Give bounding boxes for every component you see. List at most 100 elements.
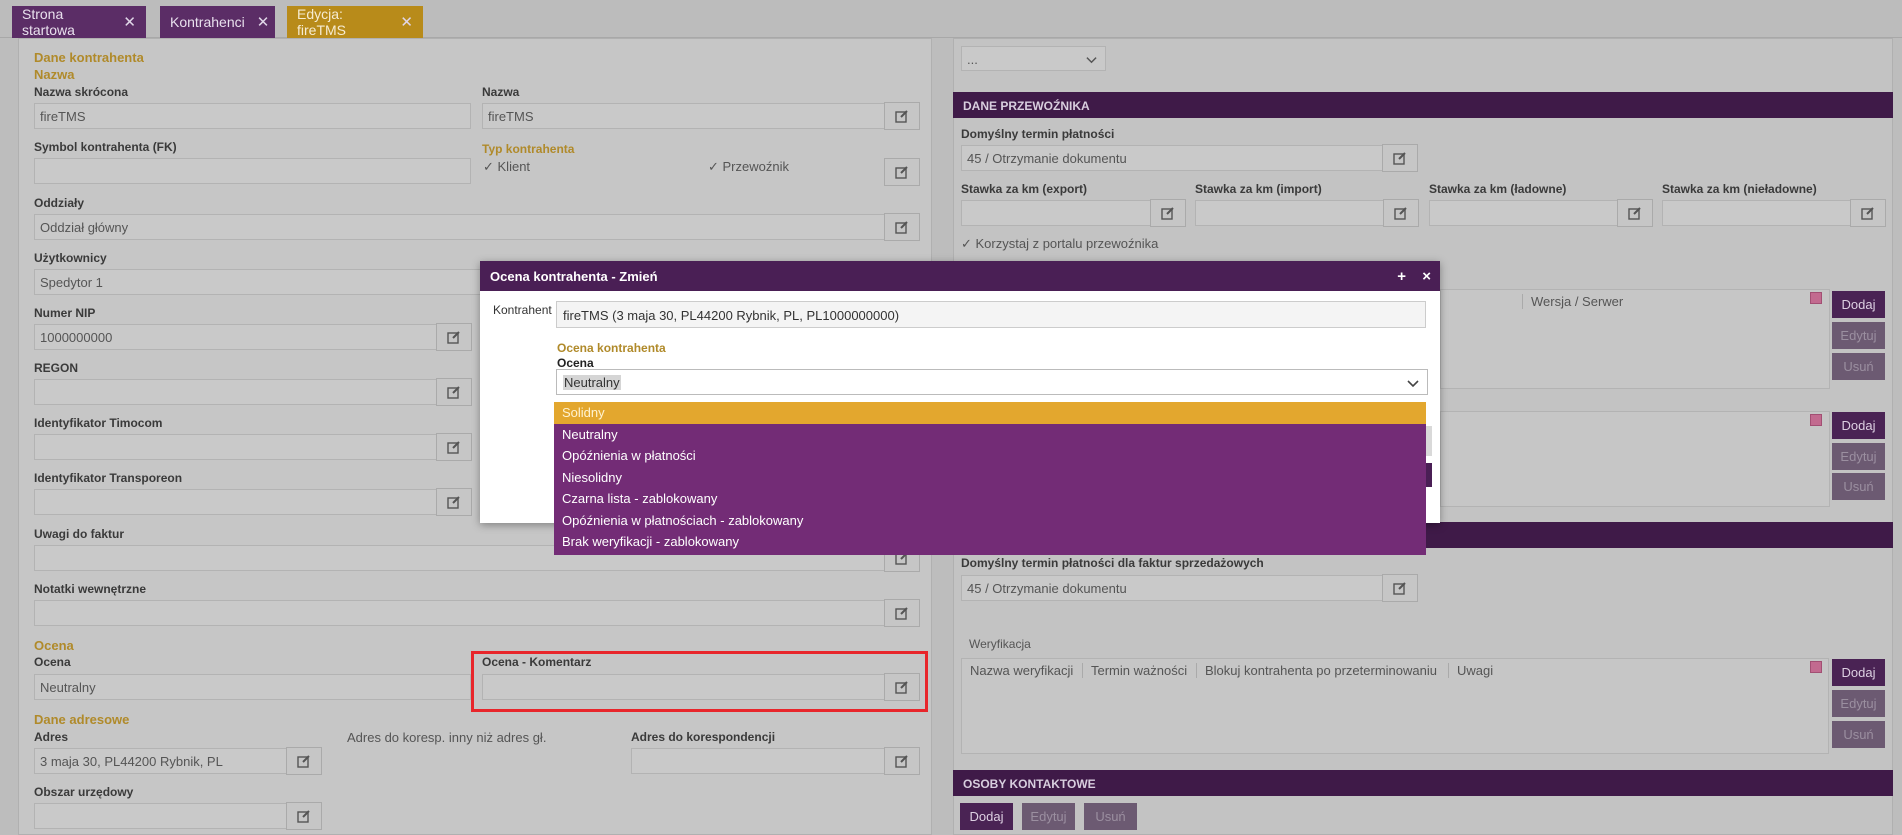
top-select-value: ... (967, 52, 978, 67)
option-opoznienia[interactable]: Opóźnienia w płatności (554, 445, 1426, 467)
ocena-select[interactable]: Neutralny (556, 369, 1428, 395)
oddzialy-input[interactable]: Oddział główny (34, 214, 885, 240)
uzytkownicy-input[interactable]: Spedytor 1 (34, 269, 484, 295)
termin-sprzedaz-label: Domyślny termin płatności dla faktur spr… (961, 556, 1264, 570)
settings-icon[interactable] (1810, 414, 1822, 426)
edit-stawka-ladowne-button[interactable] (1617, 199, 1653, 227)
dodaj-button-1[interactable]: Dodaj (1832, 291, 1885, 318)
stawka-import-label: Stawka za km (import) (1195, 182, 1322, 196)
edit-timocom-button[interactable] (436, 433, 472, 461)
edit-oddzialy-button[interactable] (884, 213, 920, 241)
close-icon[interactable]: ✕ (400, 13, 413, 31)
stawka-nieladowne-input[interactable] (1662, 200, 1851, 226)
typ-klient-checkbox[interactable]: ✓ Klient (483, 159, 530, 175)
edit-icon (1394, 207, 1407, 220)
typ-przewoznik-label: Przewoźnik (722, 159, 789, 174)
option-niesolidny[interactable]: Niesolidny (554, 467, 1426, 489)
obszar-label: Obszar urzędowy (34, 785, 134, 799)
edit-icon (895, 221, 908, 234)
portal-checkbox[interactable]: ✓ Korzystaj z portalu przewoźnika (961, 236, 1158, 252)
usun-button-1[interactable]: Usuń (1832, 353, 1885, 380)
edytuj-button-3[interactable]: Edytuj (1832, 690, 1885, 717)
nip-input[interactable]: 1000000000 (34, 324, 437, 350)
edit-obszar-button[interactable] (286, 802, 322, 830)
obszar-input[interactable] (34, 803, 287, 829)
typ-klient-label: Klient (497, 159, 531, 174)
tab-strona-startowa[interactable]: Strona startowa ✕ (12, 6, 146, 38)
timocom-input[interactable] (34, 434, 437, 460)
option-opoznienia-zablokowany[interactable]: Opóźnienia w płatnościach - zablokowany (554, 510, 1426, 532)
edit-stawka-import-button[interactable] (1383, 199, 1419, 227)
option-czarna-lista[interactable]: Czarna lista - zablokowany (554, 488, 1426, 510)
termin-input[interactable]: 45 / Otrzymanie dokumentu (961, 145, 1383, 171)
regon-input[interactable] (34, 379, 437, 405)
tab-label: Kontrahenci (170, 14, 245, 30)
nazwa-skrocona-input[interactable]: fireTMS (34, 103, 471, 129)
ocena-options-list: Solidny Neutralny Opóźnienia w płatności… (554, 402, 1426, 555)
termin-sprzedaz-input[interactable]: 45 / Otrzymanie dokumentu (961, 575, 1383, 601)
osoby-kontaktowe-header: OSOBY KONTAKTOWE (953, 770, 1893, 796)
edit-nazwa-button[interactable] (884, 102, 920, 130)
close-icon[interactable]: ✕ (123, 13, 136, 31)
edit-icon (895, 755, 908, 768)
transporeon-input[interactable] (34, 489, 437, 515)
edytuj-button-1[interactable]: Edytuj (1832, 322, 1885, 349)
chevron-down-icon (1086, 57, 1097, 64)
dodaj-button-3[interactable]: Dodaj (1832, 659, 1885, 686)
close-icon[interactable]: × (1422, 268, 1431, 285)
tab-edycja[interactable]: Edycja: fireTMS ✕ (287, 6, 423, 38)
edit-typ-button[interactable] (884, 158, 920, 186)
ocena-label: Ocena (557, 356, 594, 370)
tab-kontrahenci[interactable]: Kontrahenci ✕ (160, 6, 275, 38)
edit-termin-sprzedaz-button[interactable] (1382, 574, 1418, 602)
typ-kontrahenta-label: Typ kontrahenta (482, 142, 575, 156)
settings-icon[interactable] (1810, 661, 1822, 673)
section-header-purple (1420, 522, 1893, 548)
transporeon-label: Identyfikator Transporeon (34, 471, 183, 485)
hidden-control (1426, 426, 1432, 456)
edit-icon (1161, 207, 1174, 220)
usun-osoba-button[interactable]: Usuń (1084, 803, 1137, 830)
option-neutralny[interactable]: Neutralny (554, 424, 1426, 446)
stawka-import-input[interactable] (1195, 200, 1384, 226)
edit-termin-button[interactable] (1382, 144, 1418, 172)
stawka-ladowne-label: Stawka za km (ładowne) (1429, 182, 1567, 196)
symbol-input[interactable] (34, 158, 471, 184)
stawka-ladowne-input[interactable] (1429, 200, 1618, 226)
stawka-export-input[interactable] (961, 200, 1151, 226)
top-select[interactable]: ... (961, 46, 1106, 71)
option-brak-weryfikacji[interactable]: Brak weryfikacji - zablokowany (554, 531, 1426, 553)
modal-header: Ocena kontrahenta - Zmień + × (480, 261, 1440, 291)
edit-adres-button[interactable] (286, 747, 322, 775)
maximize-icon[interactable]: + (1397, 268, 1406, 285)
ocena-selected-value: Neutralny (563, 375, 621, 390)
dodaj-osoba-button[interactable]: Dodaj (960, 803, 1013, 830)
edit-regon-button[interactable] (436, 378, 472, 406)
close-icon[interactable]: ✕ (257, 13, 270, 31)
settings-icon[interactable] (1810, 292, 1822, 304)
edytuj-osoba-button[interactable]: Edytuj (1022, 803, 1075, 830)
ocena-input[interactable]: Neutralny (34, 674, 471, 700)
adres-input[interactable]: 3 maja 30, PL44200 Rybnik, PL (34, 748, 287, 774)
edit-stawka-nieladowne-button[interactable] (1850, 199, 1886, 227)
kontrahent-input[interactable]: fireTMS (3 maja 30, PL44200 Rybnik, PL, … (556, 301, 1426, 328)
edit-adres-koresp-button[interactable] (884, 747, 920, 775)
wersja-table (1440, 289, 1830, 389)
usun-button-3[interactable]: Usuń (1832, 721, 1885, 748)
portal-label: Korzystaj z portalu przewoźnika (975, 236, 1159, 251)
edit-transporeon-button[interactable] (436, 488, 472, 516)
highlight-frame (471, 651, 928, 712)
edit-nip-button[interactable] (436, 323, 472, 351)
option-solidny[interactable]: Solidny (554, 402, 1426, 424)
wer-col-blokuj: Blokuj kontrahenta po przeterminowaniu (1196, 663, 1437, 678)
edit-notatki-button[interactable] (884, 599, 920, 627)
adres-koresp-input[interactable] (631, 748, 885, 774)
dodaj-button-2[interactable]: Dodaj (1832, 412, 1885, 439)
nazwa-input[interactable]: fireTMS (482, 103, 885, 129)
edit-icon (895, 607, 908, 620)
edytuj-button-2[interactable]: Edytuj (1832, 443, 1885, 470)
typ-przewoznik-checkbox[interactable]: ✓ Przewoźnik (708, 159, 789, 175)
edit-stawka-export-button[interactable] (1150, 199, 1186, 227)
usun-button-2[interactable]: Usuń (1832, 473, 1885, 500)
notatki-input[interactable] (34, 600, 885, 626)
